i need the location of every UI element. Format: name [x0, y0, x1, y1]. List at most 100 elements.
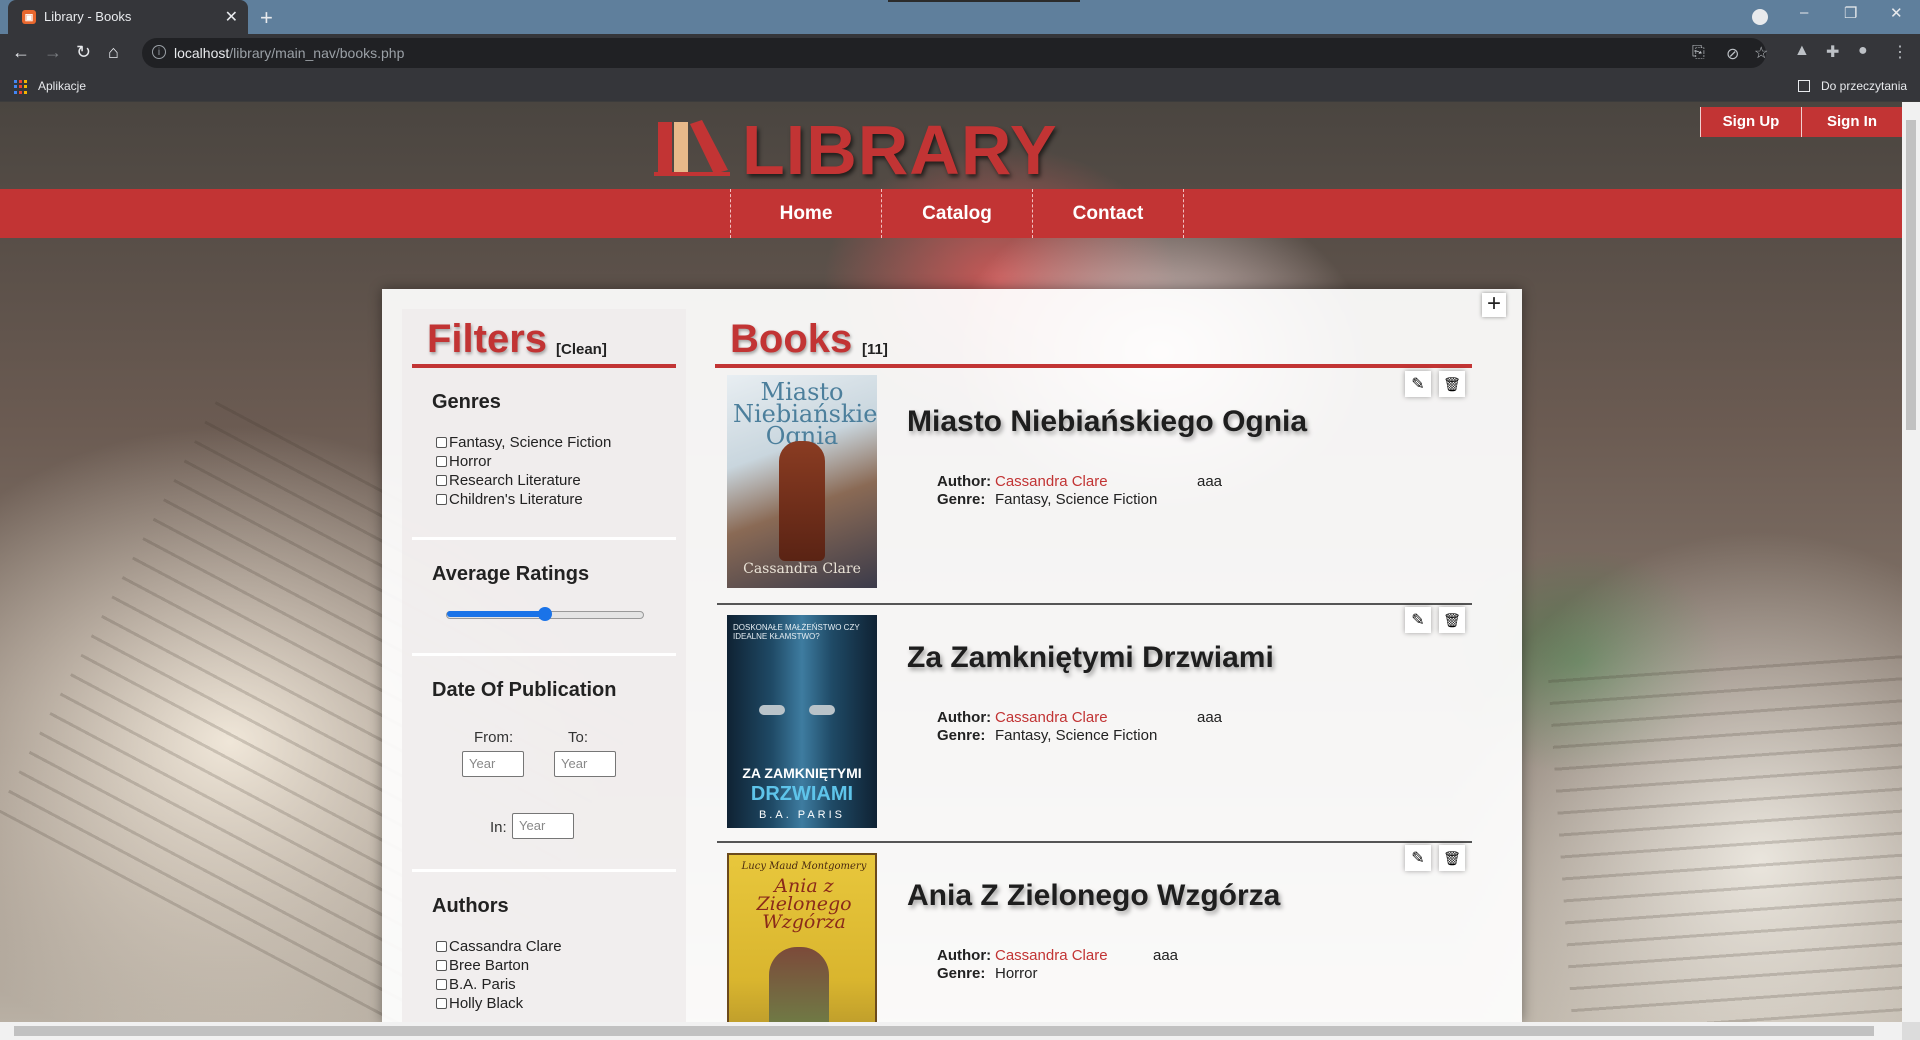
ratings-slider-fill — [447, 611, 545, 617]
bookmark-apps[interactable]: Aplikacje — [38, 79, 86, 93]
edit-button[interactable]: ✎ — [1405, 845, 1431, 871]
door-handle-right — [809, 705, 835, 715]
extensions-icon[interactable]: ✚ — [1826, 42, 1839, 62]
year-to-input[interactable]: Year — [554, 751, 616, 777]
vertical-scroll-thumb[interactable] — [1906, 120, 1916, 430]
authors-list: Cassandra Clare Bree Barton B.A. Paris H… — [436, 937, 562, 1013]
ratings-slider[interactable] — [446, 607, 644, 621]
book-separator — [717, 603, 1472, 605]
vertical-scrollbar[interactable] — [1902, 102, 1920, 1022]
trash-icon: 🗑 — [1443, 611, 1461, 628]
favicon-icon: ▣ — [22, 10, 36, 24]
window-close-icon[interactable]: ✕ — [1890, 4, 1903, 22]
background-book-right — [1547, 649, 1902, 1022]
filters-divider — [412, 537, 676, 540]
author-option[interactable]: B.A. Paris — [436, 975, 562, 994]
site-info-icon[interactable]: i — [152, 45, 166, 59]
scrollbar-corner — [1902, 1022, 1920, 1040]
add-book-button[interactable]: + — [1482, 292, 1506, 317]
delete-button[interactable]: 🗑 — [1439, 845, 1465, 871]
book-author-row: Author: Cassandra Clare — [937, 709, 1108, 726]
nav-contact[interactable]: Contact — [1032, 189, 1184, 238]
home-icon[interactable]: ⌂ — [108, 42, 119, 63]
sign-in-button[interactable]: Sign In — [1801, 107, 1902, 137]
nav-catalog[interactable]: Catalog — [881, 189, 1032, 238]
pencil-icon: ✎ — [1411, 376, 1425, 393]
back-icon[interactable]: ← — [12, 42, 30, 63]
apps-icon[interactable] — [14, 80, 28, 94]
browser-tab-bar: ▣ Library - Books ✕ + – ❐ ✕ — [0, 0, 1920, 34]
horizontal-scrollbar[interactable] — [0, 1022, 1902, 1040]
nav-home[interactable]: Home — [730, 189, 881, 238]
filters-divider — [412, 869, 676, 872]
pencil-icon: ✎ — [1411, 612, 1425, 629]
book-cover[interactable]: Miasto Niebiańskiego Ognia Cassandra Cla… — [727, 375, 877, 588]
genre-checkbox[interactable] — [436, 494, 447, 505]
book-genre-row: Genre: Fantasy, Science Fiction — [937, 491, 1158, 508]
reload-icon[interactable]: ↻ — [76, 42, 91, 63]
book-author-row: Author: Cassandra Clare — [937, 473, 1108, 490]
filters-clean-link[interactable]: [Clean] — [556, 341, 607, 358]
url-text: localhost/library/main_nav/books.php — [174, 45, 405, 61]
book-title[interactable]: Za Zamkniętymi Drzwiami — [907, 641, 1274, 675]
author-option[interactable]: Bree Barton — [436, 956, 562, 975]
new-tab-icon[interactable]: + — [260, 5, 273, 31]
genre-checkbox[interactable] — [436, 437, 447, 448]
delete-button[interactable]: 🗑 — [1439, 607, 1465, 633]
drive-extension-icon[interactable]: ▲ — [1794, 42, 1810, 60]
tab-close-icon[interactable]: ✕ — [225, 7, 238, 27]
browser-tab[interactable]: ▣ Library - Books ✕ — [8, 0, 248, 34]
delete-button[interactable]: 🗑 — [1439, 371, 1465, 397]
tab-search-icon[interactable] — [1752, 9, 1768, 25]
minimize-icon[interactable]: – — [1800, 4, 1808, 21]
genre-option[interactable]: Fantasy, Science Fiction — [436, 433, 611, 452]
sign-up-button[interactable]: Sign Up — [1700, 107, 1801, 137]
genre-option[interactable]: Children's Literature — [436, 490, 611, 509]
translate-icon[interactable]: ⎘ — [1692, 44, 1705, 62]
genre-checkbox[interactable] — [436, 475, 447, 486]
book-cover[interactable]: DOSKONAŁE MAŁŻEŃSTWO CZY IDEALNE KŁAMSTW… — [727, 615, 877, 828]
year-from-input[interactable]: Year — [462, 751, 524, 777]
edit-button[interactable]: ✎ — [1405, 607, 1431, 633]
author-checkbox[interactable] — [436, 998, 447, 1009]
reading-list[interactable]: Do przeczytania — [1821, 79, 1907, 93]
profile-icon[interactable]: ● — [1858, 42, 1868, 60]
author-checkbox[interactable] — [436, 941, 447, 952]
trash-icon: 🗑 — [1443, 849, 1461, 866]
address-bar[interactable]: i localhost/library/main_nav/books.php ⎘… — [142, 38, 1768, 68]
year-in-input[interactable]: Year — [512, 813, 574, 839]
author-option[interactable]: Holly Black — [436, 994, 562, 1013]
book-cover[interactable]: Lucy Maud Montgomery Ania z Zielonego Wz… — [727, 853, 877, 1022]
author-link[interactable]: Cassandra Clare — [995, 709, 1108, 726]
horizontal-scroll-thumb[interactable] — [14, 1026, 1874, 1036]
author-option[interactable]: Cassandra Clare — [436, 937, 562, 956]
genre-checkbox[interactable] — [436, 456, 447, 467]
filters-rule — [412, 364, 676, 368]
book-separator — [717, 841, 1472, 843]
cover-figure — [769, 947, 829, 1022]
from-label: From: — [474, 729, 514, 746]
author-link[interactable]: Cassandra Clare — [995, 947, 1108, 964]
author-checkbox[interactable] — [436, 979, 447, 990]
book-card: DOSKONAŁE MAŁŻEŃSTWO CZY IDEALNE KŁAMSTW… — [717, 603, 1472, 841]
reading-list-icon — [1798, 80, 1810, 92]
filters-title: Filters — [427, 317, 548, 361]
door-handle-left — [759, 705, 785, 715]
to-label: To: — [568, 729, 589, 746]
browser-toolbar: ← → ↻ ⌂ i localhost/library/main_nav/boo… — [0, 34, 1920, 72]
genre-option[interactable]: Research Literature — [436, 471, 611, 490]
ratings-slider-thumb[interactable] — [538, 607, 552, 621]
book-title[interactable]: Ania Z Zielonego Wzgórza — [907, 879, 1280, 913]
bookmark-star-icon[interactable]: ☆ — [1754, 43, 1768, 63]
book-title[interactable]: Miasto Niebiańskiego Ognia — [907, 405, 1307, 439]
menu-icon[interactable]: ⋮ — [1892, 42, 1908, 62]
author-link[interactable]: Cassandra Clare — [995, 473, 1108, 490]
author-checkbox[interactable] — [436, 960, 447, 971]
book-genre-row: Genre: Fantasy, Science Fiction — [937, 727, 1158, 744]
forward-icon[interactable]: → — [44, 42, 62, 63]
edit-button[interactable]: ✎ — [1405, 371, 1431, 397]
genre-option[interactable]: Horror — [436, 452, 611, 471]
tab-title: Library - Books — [44, 9, 132, 24]
restore-icon[interactable]: ❐ — [1844, 4, 1857, 22]
tracking-icon[interactable]: ⊘ — [1726, 44, 1739, 64]
